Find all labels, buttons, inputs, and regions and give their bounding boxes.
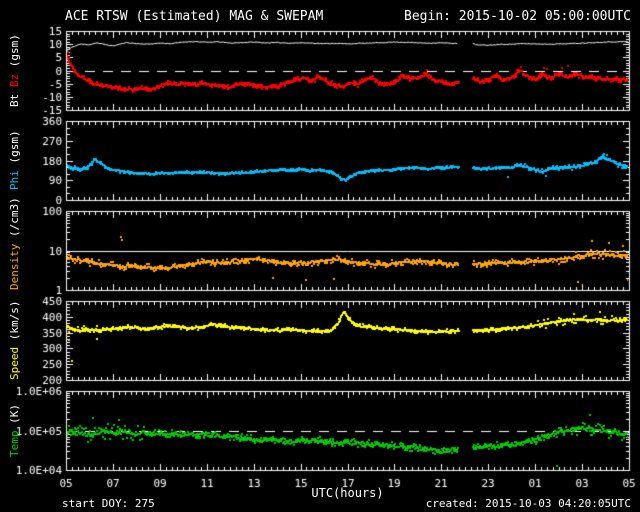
page-title: ACE RTSW (Estimated) MAG & SWEPAM xyxy=(65,9,324,24)
y-axis-label-part: Bz xyxy=(8,73,21,88)
y-axis-label-part: (gsm) xyxy=(8,130,21,171)
y-axis-label-part: Temp xyxy=(8,430,21,458)
y-axis-label-temp: Temp (K) xyxy=(3,391,27,470)
y-axis-label-part: (/cm3) xyxy=(8,197,21,244)
y-axis-label-part: (gsm) xyxy=(8,34,21,74)
y-axis-label-part: (km/s) xyxy=(8,300,21,347)
y-axis-label-bt-bz: Bt Bz (gsm) xyxy=(3,31,27,110)
y-axis-label-density: Density (/cm3) xyxy=(3,197,27,290)
y-axis-label-speed: Speed (km/s) xyxy=(3,301,27,380)
y-axis-label-part: Speed xyxy=(8,346,21,380)
begin-timestamp: Begin: 2015-10-02 05:00:00UTC xyxy=(404,9,631,24)
y-axis-label-part: (K) xyxy=(8,404,21,431)
y-axis-label-part: Density xyxy=(8,243,21,290)
created-timestamp: created: 2015-10-03 04:20:05UTC xyxy=(425,497,631,510)
y-axis-label-part: Bt xyxy=(8,87,21,107)
start-doy-text: start DOY: 275 xyxy=(62,497,155,510)
y-axis-label-part: Phi xyxy=(8,170,21,191)
chart-canvas xyxy=(0,0,640,512)
ace-rtsw-plot-page: ACE RTSW (Estimated) MAG & SWEPAM Begin:… xyxy=(0,0,640,512)
y-axis-label-phi: Phi (gsm) xyxy=(3,121,27,200)
